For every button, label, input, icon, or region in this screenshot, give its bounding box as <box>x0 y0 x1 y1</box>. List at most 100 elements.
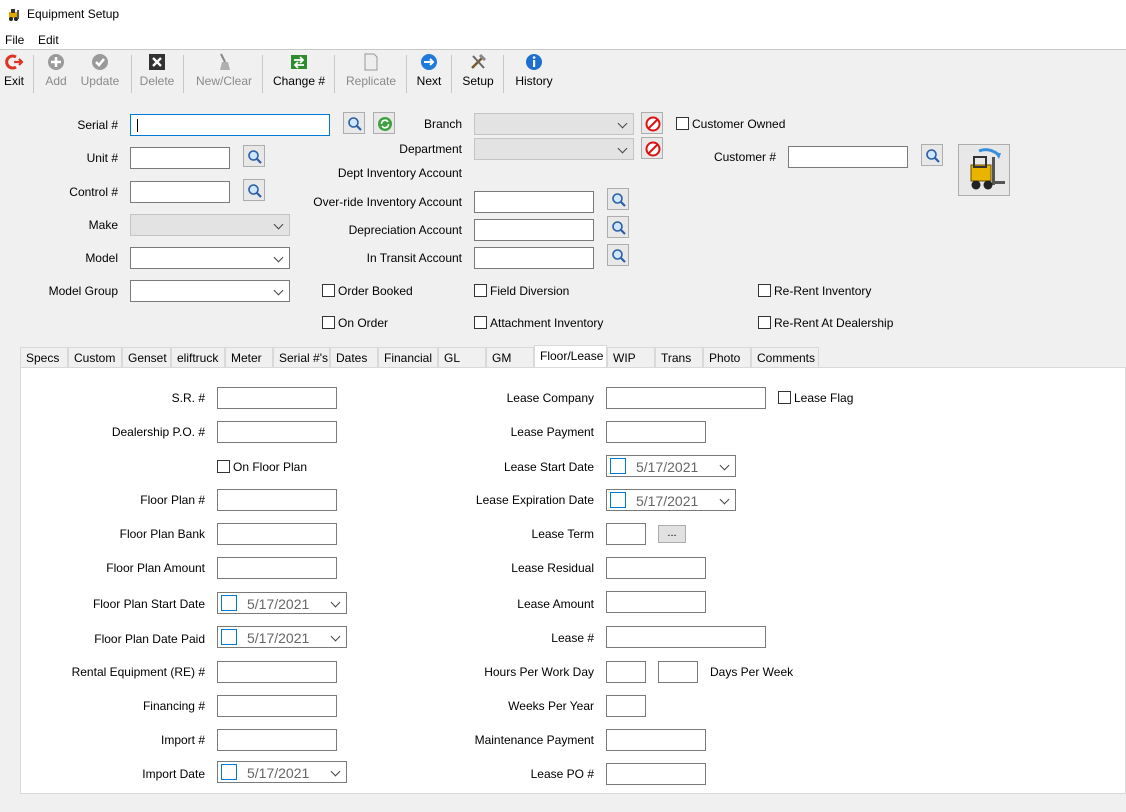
sr-label: S.R. # <box>171 391 205 405</box>
attachment-inventory-checkbox[interactable] <box>474 316 487 329</box>
tab-wip[interactable]: WIP <box>607 347 655 368</box>
floor-plan-start-date-picker[interactable]: 5/17/2021 <box>217 592 347 614</box>
lease-po-input[interactable] <box>606 763 706 785</box>
lease-amount-input[interactable] <box>606 591 706 613</box>
date-checkbox[interactable] <box>221 595 237 611</box>
no-entry-icon <box>645 141 661 157</box>
tab-gm[interactable]: GM <box>486 347 534 368</box>
weeks-per-year-input[interactable] <box>606 695 646 717</box>
history-button[interactable]: History <box>512 53 556 95</box>
import-number-label: Import # <box>160 733 205 747</box>
floor-plan-number-input[interactable] <box>217 489 337 511</box>
lease-start-date-picker[interactable]: 5/17/2021 <box>606 455 736 477</box>
branch-clear-button[interactable] <box>641 112 663 134</box>
tab-photo[interactable]: Photo <box>703 347 751 368</box>
next-arrow-icon <box>421 54 437 70</box>
change-number-button[interactable]: Change # <box>272 53 326 95</box>
model-dropdown[interactable] <box>130 247 290 269</box>
model-group-dropdown[interactable] <box>130 280 290 302</box>
lease-company-label: Lease Company <box>506 391 594 405</box>
search-icon <box>612 221 626 235</box>
serial-input[interactable] <box>130 114 330 136</box>
customer-owned-checkbox[interactable] <box>676 117 689 130</box>
date-checkbox[interactable] <box>610 458 626 474</box>
days-per-week-input[interactable] <box>658 661 698 683</box>
tab-meter[interactable]: Meter <box>225 347 273 368</box>
customer-input[interactable] <box>788 146 908 168</box>
in-transit-search-button[interactable] <box>607 244 629 266</box>
maintenance-payment-input[interactable] <box>606 729 706 751</box>
lease-expiration-date-picker[interactable]: 5/17/2021 <box>606 489 736 511</box>
equipment-image-button[interactable] <box>958 144 1010 196</box>
add-button[interactable]: Add <box>42 53 70 95</box>
on-floor-plan-checkbox[interactable] <box>217 460 230 473</box>
lease-number-input[interactable] <box>606 626 766 648</box>
customer-owned-label: Customer Owned <box>692 117 786 131</box>
override-inventory-input[interactable] <box>474 191 594 213</box>
rerent-inventory-checkbox[interactable] <box>758 284 771 297</box>
tab-gl[interactable]: GL <box>438 347 486 368</box>
chevron-down-icon <box>617 118 628 129</box>
field-diversion-label: Field Diversion <box>490 284 570 298</box>
lease-po-label: Lease PO # <box>530 767 594 781</box>
tab-financial[interactable]: Financial <box>378 347 438 368</box>
text-caret <box>137 119 138 132</box>
depreciation-input[interactable] <box>474 219 594 241</box>
control-search-button[interactable] <box>243 179 265 201</box>
control-input[interactable] <box>130 181 230 203</box>
search-icon <box>612 193 626 207</box>
date-checkbox[interactable] <box>221 764 237 780</box>
new-clear-button[interactable]: New/Clear <box>193 53 255 95</box>
rental-equipment-input[interactable] <box>217 661 337 683</box>
rerent-dealership-checkbox[interactable] <box>758 316 771 329</box>
field-diversion-checkbox[interactable] <box>474 284 487 297</box>
date-checkbox[interactable] <box>221 629 237 645</box>
department-dropdown[interactable] <box>474 138 634 160</box>
hours-per-day-input[interactable] <box>606 661 646 683</box>
date-checkbox[interactable] <box>610 492 626 508</box>
floor-plan-paid-date-picker[interactable]: 5/17/2021 <box>217 626 347 648</box>
floor-plan-bank-input[interactable] <box>217 523 337 545</box>
menu-file[interactable]: File <box>5 33 24 47</box>
lease-residual-input[interactable] <box>606 557 706 579</box>
exit-button[interactable]: Exit <box>2 53 26 95</box>
tab-floor-lease[interactable]: Floor/Lease <box>534 345 607 368</box>
tab-genset[interactable]: Genset <box>122 347 171 368</box>
sr-input[interactable] <box>217 387 337 409</box>
in-transit-input[interactable] <box>474 247 594 269</box>
lease-company-input[interactable] <box>606 387 766 409</box>
tab-specs[interactable]: Specs <box>20 347 68 368</box>
floor-plan-amount-input[interactable] <box>217 557 337 579</box>
delete-button[interactable]: Delete <box>138 53 176 95</box>
tab-trans[interactable]: Trans <box>655 347 703 368</box>
depreciation-search-button[interactable] <box>607 216 629 238</box>
menu-edit[interactable]: Edit <box>38 33 59 47</box>
financing-input[interactable] <box>217 695 337 717</box>
unit-search-button[interactable] <box>243 145 265 167</box>
setup-button[interactable]: Setup <box>460 53 496 95</box>
tab-custom[interactable]: Custom <box>68 347 122 368</box>
make-dropdown[interactable] <box>130 214 290 236</box>
tab-comments[interactable]: Comments <box>751 347 819 368</box>
tab-serials[interactable]: Serial #'s <box>273 347 330 368</box>
toolbar-separator <box>183 55 184 93</box>
lease-payment-input[interactable] <box>606 421 706 443</box>
tab-eliftruck[interactable]: eliftruck <box>171 347 225 368</box>
lease-term-input[interactable] <box>606 523 646 545</box>
order-booked-checkbox[interactable] <box>322 284 335 297</box>
dealership-po-input[interactable] <box>217 421 337 443</box>
import-number-input[interactable] <box>217 729 337 751</box>
lease-flag-checkbox[interactable] <box>778 391 791 404</box>
next-button[interactable]: Next <box>414 53 444 95</box>
update-button[interactable]: Update <box>79 53 121 95</box>
import-date-picker[interactable]: 5/17/2021 <box>217 761 347 783</box>
override-inventory-search-button[interactable] <box>607 188 629 210</box>
on-order-checkbox[interactable] <box>322 316 335 329</box>
department-clear-button[interactable] <box>641 137 663 159</box>
tab-dates[interactable]: Dates <box>330 347 378 368</box>
customer-search-button[interactable] <box>921 144 943 166</box>
lease-term-browse-button[interactable]: ... <box>658 525 686 543</box>
branch-dropdown[interactable] <box>474 113 634 135</box>
unit-input[interactable] <box>130 147 230 169</box>
replicate-button[interactable]: Replicate <box>344 53 398 95</box>
